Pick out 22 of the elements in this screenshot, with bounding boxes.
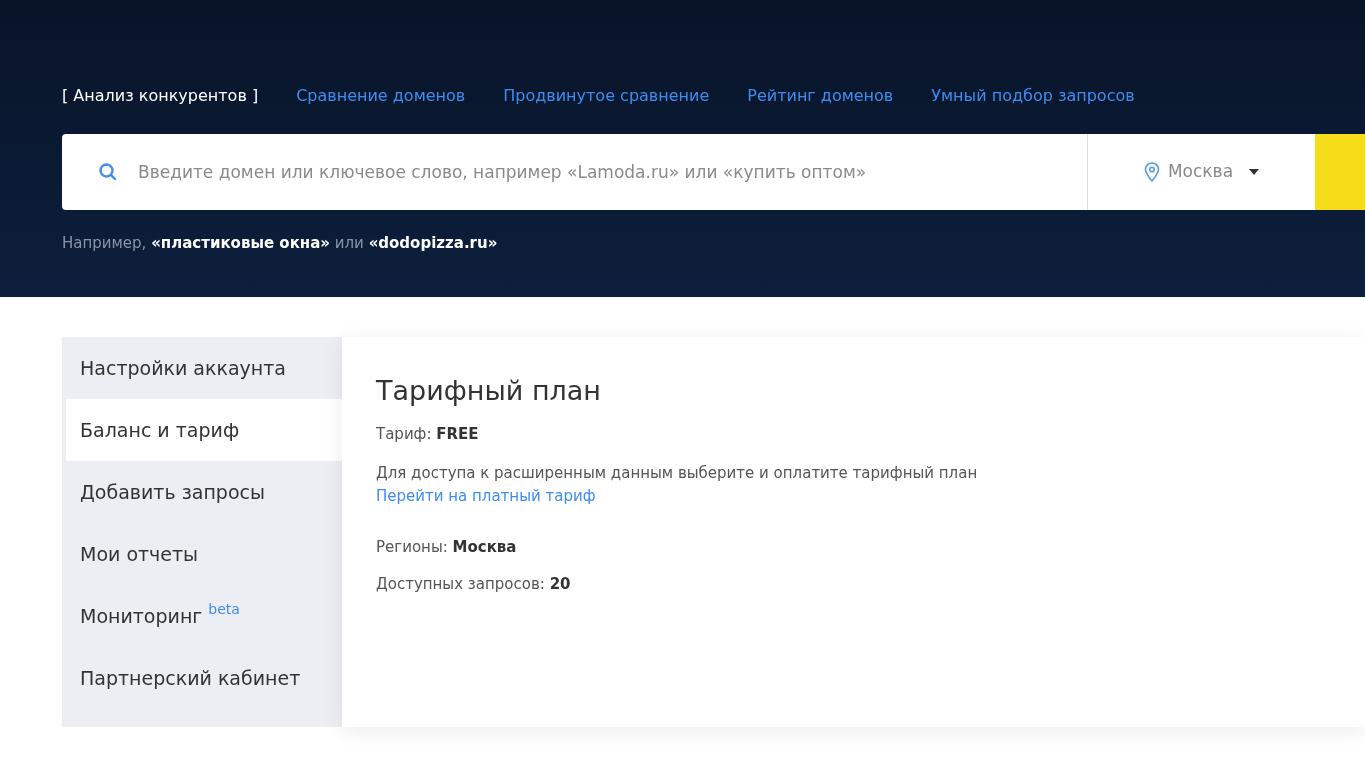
caret-icon: [1249, 169, 1260, 175]
search-button[interactable]: [1315, 134, 1365, 210]
queries-text: Доступных запросов: 20: [376, 573, 572, 595]
example-hint: Например, «пластиковые окна» или «dodopizza.ru»: [62, 233, 499, 254]
description-text: Для доступа к расширенным данным выберите и оплатите тарифный план: [376, 462, 979, 484]
panel-title: Тарифный план: [376, 375, 603, 408]
sidebar-item[interactable]: Добавить запросы: [66, 461, 342, 523]
nav-link[interactable]: Умный подбор запросов: [931, 84, 1135, 108]
tariff-text: Тариф: FREE: [376, 424, 480, 446]
nav-link[interactable]: Рейтинг доменов: [747, 84, 894, 108]
sidebar-item[interactable]: Мониторинг $^{beta}$: [66, 585, 342, 647]
region-dropdown[interactable]: Москва: [1087, 134, 1315, 210]
nav-link[interactable]: [ Анализ конкурентов ]: [62, 84, 259, 108]
regions-text: Регионы: Москва: [376, 537, 518, 559]
sidebar-item[interactable]: Настройки аккаунта: [66, 337, 342, 399]
sidebar-item[interactable]: Партнерский кабинет: [66, 647, 342, 709]
search-field[interactable]: Введите домен или ключевое слово, например «Lamoda.ru» или «купить оптом»: [62, 134, 1087, 210]
location-pin-icon: [1143, 162, 1160, 182]
nav-link[interactable]: Сравнение доменов: [296, 84, 466, 108]
sidebar-item[interactable]: Мои отчеты: [66, 523, 342, 585]
nav-link[interactable]: Продвинутое сравнение: [503, 84, 710, 108]
sidebar-item[interactable]: Баланс и тариф: [66, 399, 342, 461]
